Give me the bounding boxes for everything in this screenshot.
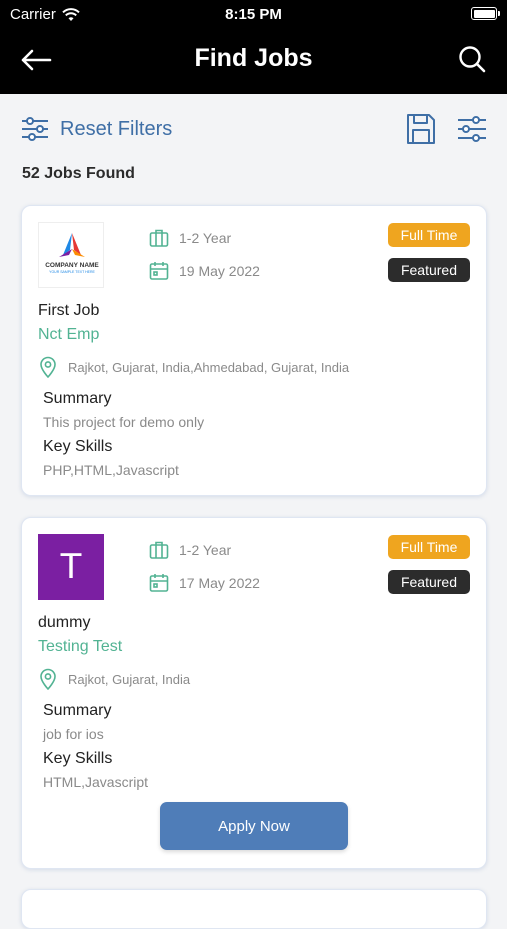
- date-row: 19 May 2022: [149, 261, 260, 281]
- calendar-icon: [149, 262, 169, 280]
- job-title[interactable]: dummy: [38, 614, 90, 632]
- experience-row: 1-2 Year: [149, 540, 231, 560]
- job-type-badge: Full Time: [388, 535, 470, 559]
- search-icon[interactable]: [457, 44, 487, 74]
- company-logo-mark: COMPANY NAME YOUR SAMPLE TEXT HERE: [45, 233, 99, 274]
- briefcase-icon: [149, 541, 169, 559]
- job-card[interactable]: [21, 889, 487, 929]
- key-skills-heading: Key Skills: [43, 438, 113, 455]
- apply-now-button[interactable]: Apply Now: [160, 802, 348, 850]
- save-icon[interactable]: [405, 112, 437, 146]
- job-card[interactable]: COMPANY NAME YOUR SAMPLE TEXT HERE 1-2 Y…: [21, 205, 487, 496]
- job-title[interactable]: First Job: [38, 302, 99, 320]
- summary-text: This project for demo only: [43, 414, 205, 430]
- date-row: 17 May 2022: [149, 573, 260, 593]
- job-card[interactable]: T 1-2 Year 17 May 2022 Full Time Feature…: [21, 517, 487, 869]
- page-title: Find Jobs: [194, 44, 313, 72]
- logo-company-text: COMPANY NAME: [45, 262, 99, 269]
- summary-heading: Summary: [43, 390, 112, 407]
- reset-filters-label: Reset Filters: [60, 117, 173, 140]
- experience-text: 1-2 Year: [179, 230, 232, 246]
- calendar-icon: [149, 574, 169, 592]
- experience-row: 1-2 Year: [149, 228, 231, 248]
- key-skills-heading: Key Skills: [43, 750, 113, 767]
- logo-tagline: YOUR SAMPLE TEXT HERE: [49, 270, 95, 274]
- posted-date: 17 May 2022: [179, 575, 260, 591]
- job-type-badge: Full Time: [388, 223, 470, 247]
- status-bar: Carrier 8:15 PM: [0, 0, 507, 28]
- app-header: Carrier 8:15 PM Find Jobs: [0, 0, 507, 94]
- jobs-found-count: 52 Jobs Found: [22, 165, 135, 182]
- filter-icon[interactable]: [457, 114, 487, 144]
- location-pin-icon: [40, 356, 56, 378]
- status-time: 8:15 PM: [225, 6, 282, 23]
- summary-text: job for ios: [43, 726, 104, 742]
- location-pin-icon: [40, 668, 56, 690]
- battery-icon: [471, 7, 500, 20]
- key-skills-text: HTML,Javascript: [43, 774, 149, 790]
- location-row: Rajkot, Gujarat, India,Ahmedabad, Gujara…: [38, 356, 349, 378]
- company-letter-avatar: T: [38, 534, 104, 600]
- summary-heading: Summary: [43, 702, 112, 719]
- posted-date: 19 May 2022: [179, 263, 260, 279]
- location-text: Rajkot, Gujarat, India,Ahmedabad, Gujara…: [68, 359, 350, 375]
- location-row: Rajkot, Gujarat, India: [38, 668, 190, 690]
- sliders-icon: [22, 117, 48, 141]
- featured-badge: Featured: [388, 258, 470, 282]
- location-text: Rajkot, Gujarat, India: [68, 671, 191, 687]
- filter-bar: Reset Filters: [20, 110, 487, 150]
- featured-badge: Featured: [388, 570, 470, 594]
- reset-filters-button[interactable]: Reset Filters: [20, 114, 172, 144]
- company-name[interactable]: Nct Emp: [38, 326, 99, 344]
- company-name[interactable]: Testing Test: [38, 638, 122, 656]
- key-skills-text: PHP,HTML,Javascript: [43, 462, 179, 478]
- briefcase-icon: [149, 229, 169, 247]
- experience-text: 1-2 Year: [179, 542, 232, 558]
- company-logo: COMPANY NAME YOUR SAMPLE TEXT HERE: [38, 222, 104, 288]
